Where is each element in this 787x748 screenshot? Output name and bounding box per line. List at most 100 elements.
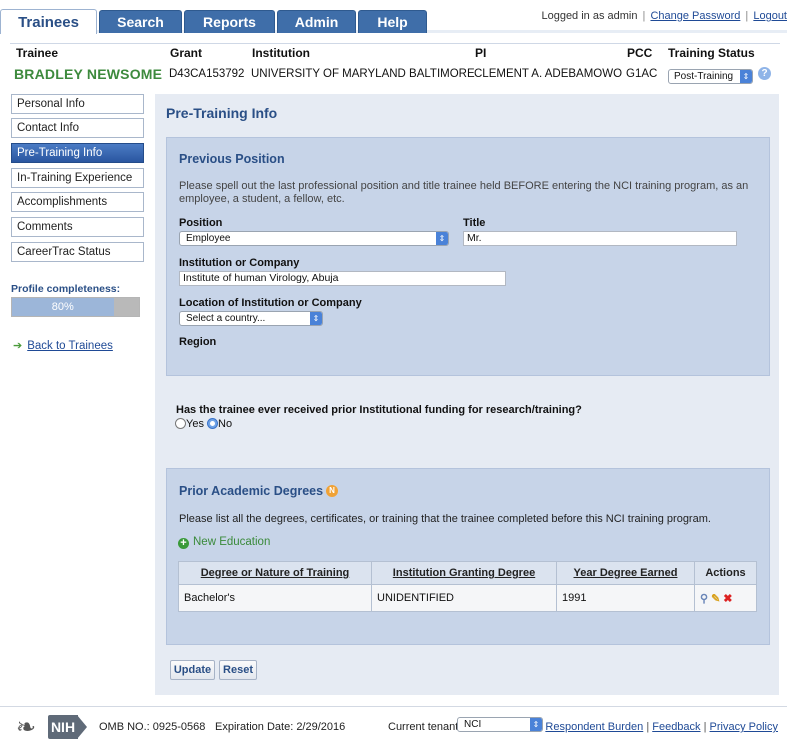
sidebar-item-contact-info[interactable]: Contact Info [11, 118, 144, 138]
separator: | [745, 10, 749, 22]
edit-pencil-icon[interactable]: ✎ [711, 592, 720, 605]
country-value: Select a country... [186, 313, 266, 324]
separator: | [646, 721, 650, 733]
help-icon[interactable]: ? [758, 67, 771, 80]
feedback-link[interactable]: Feedback [652, 721, 700, 733]
sidebar-item-careertrac-status[interactable]: CareerTrac Status [11, 242, 144, 262]
sidebar-item-comments[interactable]: Comments [11, 217, 144, 237]
title-label: Title [463, 217, 486, 229]
previous-position-instructions-2: employee, a student, a fellow, etc. [179, 193, 345, 205]
column-header-year[interactable]: Year Degree Earned [556, 561, 695, 585]
cell-degree: Bachelor's [178, 584, 372, 612]
plus-circle-icon: + [178, 538, 189, 549]
institution-label: Institution [252, 46, 310, 60]
reset-button[interactable]: Reset [219, 660, 257, 680]
back-to-trainees[interactable]: ➔ Back to Trainees [13, 339, 113, 352]
profile-completeness-label: Profile completeness: [11, 283, 121, 295]
training-status-select[interactable]: Post-Training ⇕ [668, 69, 753, 84]
tenant-select[interactable]: NCI ⇕ [457, 717, 543, 732]
cell-year: 1991 [556, 584, 695, 612]
position-value: Employee [186, 233, 231, 244]
nih-logo-text: NIH [48, 715, 78, 739]
trainee-header: Trainee Grant Institution PI PCC Trainin… [10, 43, 780, 89]
training-status-label: Training Status [668, 46, 755, 60]
radio-yes[interactable] [175, 418, 186, 429]
hhs-eagle-logo-icon: ❧ [15, 714, 37, 741]
institution-company-label: Institution or Company [179, 257, 300, 269]
logged-in-text: Logged in as admin [541, 10, 638, 22]
column-header-degree[interactable]: Degree or Nature of Training [178, 561, 372, 585]
previous-position-title: Previous Position [179, 152, 285, 166]
trainee-label: Trainee [16, 46, 59, 60]
region-label: Region [179, 336, 217, 348]
login-area: Logged in as admin | Change Password | L… [541, 10, 787, 22]
nih-logo-chevron [77, 715, 87, 739]
previous-position-instructions-1: Please spell out the last professional p… [179, 180, 749, 192]
expiration-date: Expiration Date: 2/29/2016 [215, 721, 346, 733]
pcc-label: PCC [627, 46, 653, 60]
tab-search[interactable]: Search [99, 10, 182, 33]
current-tenant-label: Current tenant: [388, 721, 462, 733]
tab-admin[interactable]: Admin [277, 10, 356, 33]
separator: | [703, 721, 707, 733]
training-status-value: Post-Training [674, 71, 734, 82]
page-title: Pre-Training Info [166, 105, 278, 121]
chevron-updown-icon: ⇕ [740, 70, 752, 83]
previous-position-section: Previous Position Please spell out the l… [166, 137, 770, 376]
prior-funding-radios: Yes No [175, 418, 232, 430]
institution-value: UNIVERSITY OF MARYLAND BALTIMORE [251, 68, 475, 80]
pi-value: CLEMENT A. ADEBAMOWO [474, 68, 623, 80]
chevron-updown-icon: ⇕ [436, 232, 448, 245]
position-label: Position [179, 217, 223, 229]
top-nav: Trainees Search Reports Admin Help Logge… [0, 0, 787, 34]
footer: ❧ NIH OMB NO.: 0925-0568 Expiration Date… [0, 706, 787, 748]
chevron-updown-icon: ⇕ [310, 312, 322, 325]
radio-yes-label: Yes [186, 418, 204, 430]
institution-company-input[interactable]: Institute of human Virology, Abuja [179, 271, 506, 286]
chevron-updown-icon: ⇕ [530, 718, 542, 731]
country-select[interactable]: Select a country... ⇕ [179, 311, 323, 326]
radio-no[interactable] [207, 418, 219, 429]
tab-help[interactable]: Help [358, 10, 427, 33]
pi-label: PI [475, 46, 487, 60]
change-password-link[interactable]: Change Password [650, 10, 740, 22]
arrow-left-icon: ➔ [13, 340, 23, 352]
cell-institution: UNIDENTIFIED [371, 584, 557, 612]
nih-logo: NIH [48, 715, 88, 739]
position-select[interactable]: Employee ⇕ [179, 231, 449, 246]
prior-degrees-section: Prior Academic Degrees N Please list all … [166, 468, 770, 645]
tab-reports[interactable]: Reports [184, 10, 275, 33]
sidebar-item-pre-training-info[interactable]: Pre-Training Info [11, 143, 144, 163]
location-label: Location of Institution or Company [179, 297, 362, 309]
respondent-burden-link[interactable]: Respondent Burden [545, 721, 643, 733]
sidebar-item-in-training-experience[interactable]: In-Training Experience [11, 168, 144, 188]
view-icon[interactable]: ⚲ [700, 592, 708, 605]
privacy-policy-link[interactable]: Privacy Policy [710, 721, 778, 733]
back-to-trainees-link[interactable]: Back to Trainees [27, 340, 113, 352]
column-header-institution[interactable]: Institution Granting Degree [371, 561, 557, 585]
grant-value: D43CA153792 [169, 68, 245, 80]
separator: | [642, 10, 646, 22]
omb-number: OMB NO.: 0925-0568 [99, 721, 206, 733]
tenant-value: NCI [464, 719, 482, 730]
delete-x-icon[interactable]: ✖ [723, 592, 732, 605]
new-education-button[interactable]: + New Education [178, 536, 270, 549]
sidebar-item-accomplishments[interactable]: Accomplishments [11, 192, 144, 212]
prior-degrees-title-row: Prior Academic Degrees N [179, 484, 339, 498]
prior-funding-question: Has the trainee ever received prior Inst… [176, 404, 582, 416]
cell-actions: ⚲ ✎ ✖ [694, 584, 757, 612]
table-row: Bachelor's UNIDENTIFIED 1991 ⚲ ✎ ✖ [178, 584, 757, 612]
column-header-actions: Actions [694, 561, 757, 585]
new-badge-icon: N [326, 485, 339, 497]
tab-trainees[interactable]: Trainees [0, 9, 97, 34]
grant-label: Grant [170, 46, 203, 60]
sidebar-item-personal-info[interactable]: Personal Info [11, 94, 144, 114]
title-input[interactable]: Mr. [463, 231, 737, 246]
logout-link[interactable]: Logout [753, 10, 787, 22]
prior-degrees-instructions: Please list all the degrees, certificate… [179, 513, 711, 525]
main-panel: Pre-Training Info Previous Position Plea… [155, 94, 779, 695]
update-button[interactable]: Update [170, 660, 215, 680]
new-education-label: New Education [193, 536, 271, 548]
profile-completeness-fill: 80% [12, 298, 114, 316]
prior-degrees-title: Prior Academic Degrees [179, 484, 324, 498]
